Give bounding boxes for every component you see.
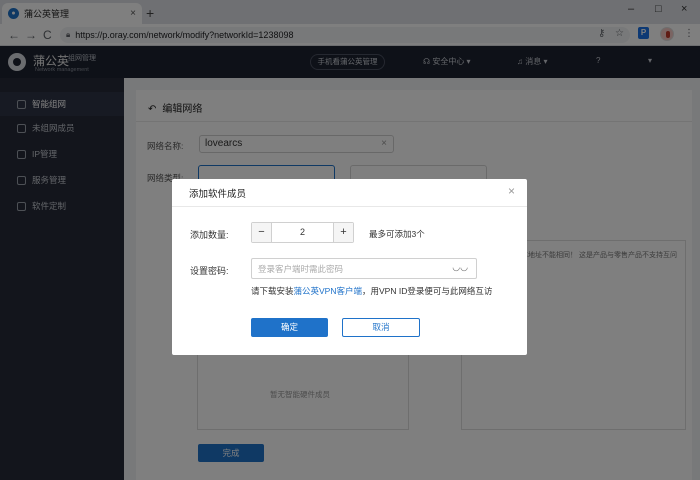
- tip-prefix: 请下载安装: [251, 286, 294, 296]
- password-label: 设置密码:: [190, 266, 229, 276]
- count-label: 添加数量:: [190, 230, 229, 240]
- quantity-value[interactable]: 2: [272, 223, 333, 242]
- cancel-button[interactable]: 取消: [342, 318, 420, 337]
- password-input[interactable]: [258, 261, 448, 276]
- download-tip: 请下载安装蒲公英VPN客户端，用VPN ID登录便可与此网络互访: [251, 285, 492, 297]
- decrement-button[interactable]: −: [252, 223, 272, 242]
- tip-suffix: ，用VPN ID登录便可与此网络互访: [362, 286, 493, 296]
- password-field: ◡◡: [251, 258, 477, 279]
- count-hint: 最多可添加3个: [369, 229, 425, 239]
- dialog-title: 添加软件成员: [189, 189, 247, 200]
- dialog-divider: [172, 206, 527, 207]
- quantity-stepper: − 2 +: [251, 222, 354, 243]
- increment-button[interactable]: +: [333, 223, 353, 242]
- vpn-client-link[interactable]: 蒲公英VPN客户端: [294, 286, 362, 296]
- add-software-member-dialog: 添加软件成员 × 添加数量: − 2 + 最多可添加3个 设置密码: ◡◡ 请下…: [172, 179, 527, 355]
- eye-closed-icon[interactable]: ◡◡: [452, 262, 468, 273]
- dialog-close-icon[interactable]: ×: [508, 184, 515, 198]
- confirm-button[interactable]: 确定: [251, 318, 328, 337]
